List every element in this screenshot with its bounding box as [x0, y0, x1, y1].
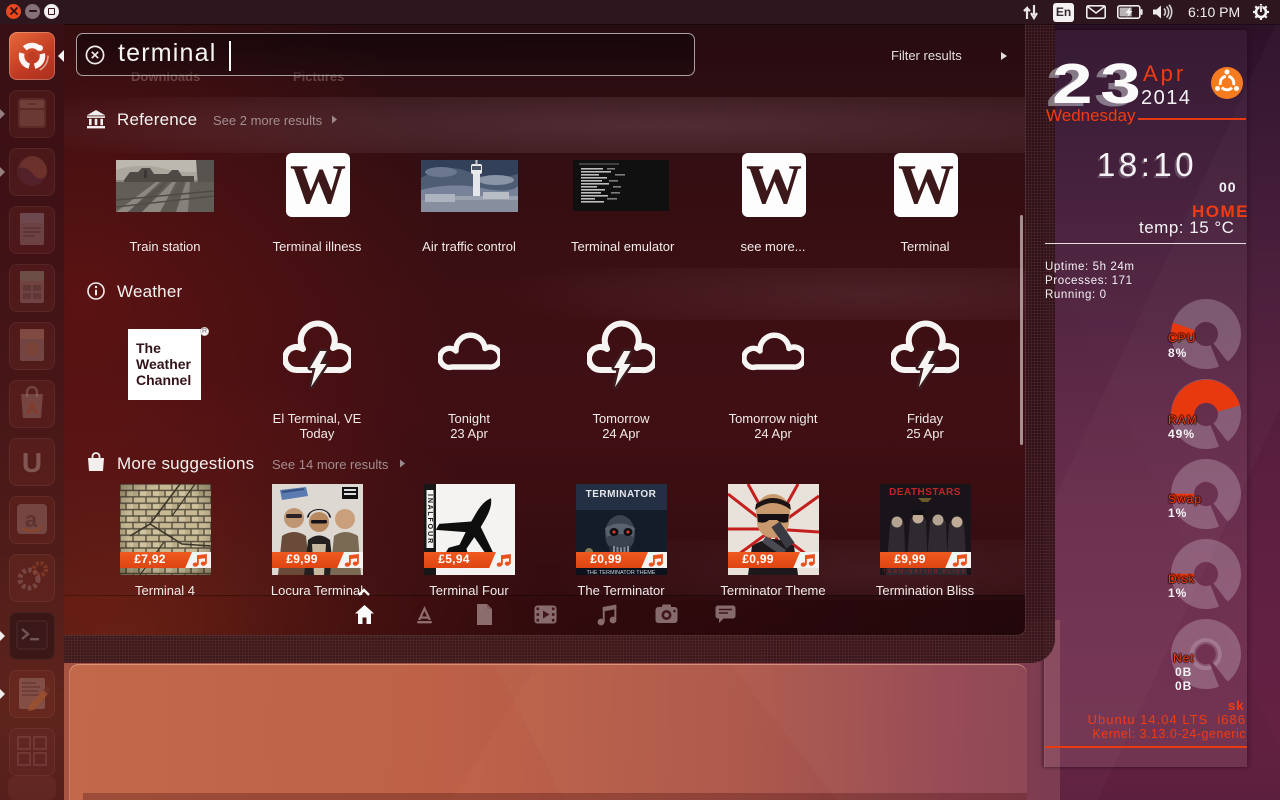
svg-text:a: a — [25, 507, 38, 532]
svg-text:U: U — [22, 447, 42, 478]
svg-text:DEATHSTARS: DEATHSTARS — [889, 487, 961, 498]
svg-text:TERMINATOR: TERMINATOR — [586, 489, 657, 500]
svg-text:TERMINATION BLISS: TERMINATION BLISS — [883, 569, 967, 575]
svg-text:I N A L F O U R: I N A L F O U R — [426, 494, 433, 543]
svg-text:THE TERMINATOR THEME: THE TERMINATOR THEME — [587, 570, 656, 575]
